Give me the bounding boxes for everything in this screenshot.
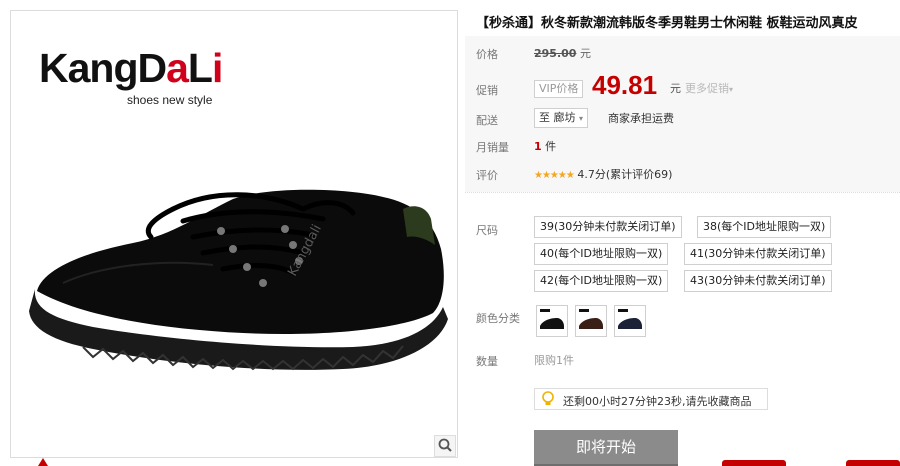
promo-price: 49.81 xyxy=(592,70,658,100)
rating-score: 4.7分(累计评价69) xyxy=(577,168,673,181)
quantity-label: 数量 xyxy=(476,355,498,368)
buy-button[interactable]: 即将开始 xyxy=(534,430,678,466)
shipping-note: 商家承担运费 xyxy=(608,112,674,125)
original-price-unit: 元 xyxy=(579,47,591,60)
brand-logo: KangDaLi xyxy=(39,45,223,92)
countdown-text: 还剩00小时27分钟23秒,请先收藏商品 xyxy=(563,395,752,408)
color-swatch-navy[interactable] xyxy=(614,305,646,337)
color-swatch-brown[interactable] xyxy=(575,305,607,337)
shipping-destination-value: 至 廊坊 xyxy=(539,111,576,124)
logo-text-2: L xyxy=(187,45,213,91)
more-promotions-label: 更多促销 xyxy=(685,82,729,95)
size-label: 尺码 xyxy=(476,224,498,237)
brand-tagline: shoes new style xyxy=(127,93,213,107)
countdown-notice: 还剩00小时27分钟23秒,请先收藏商品 xyxy=(534,388,768,410)
purchase-limit: 限购1件 xyxy=(534,354,574,367)
monthly-sales-count: 1 xyxy=(534,140,542,153)
promo-price-unit: 元 xyxy=(670,82,681,95)
promo-label: 促销 xyxy=(476,84,498,97)
size-option[interactable]: 41(30分钟未付款关闭订单) xyxy=(684,243,832,265)
shoe-thumbnail-icon xyxy=(618,309,642,329)
color-label: 颜色分类 xyxy=(476,312,520,325)
thumbnail-indicator-icon xyxy=(38,458,48,466)
logo-text-accent: a xyxy=(166,45,189,91)
shipping-destination-select[interactable]: 至 廊坊 ▾ xyxy=(534,108,589,128)
size-option[interactable]: 39(30分钟未付款关闭订单) xyxy=(534,216,682,238)
lightbulb-icon xyxy=(542,391,554,405)
star-rating-icon: ★★★★★ xyxy=(534,170,575,181)
price-label: 价格 xyxy=(476,48,498,61)
shipping-label: 配送 xyxy=(476,114,498,127)
shoe-thumbnail-icon xyxy=(540,309,564,329)
chevron-down-icon: ▾ xyxy=(729,85,734,94)
original-price-value: 295.00 xyxy=(534,47,577,60)
monthly-sales-unit: 件 xyxy=(545,140,557,153)
logo-text-accent-2: i xyxy=(211,45,223,91)
shoe-photo: Kangdali xyxy=(29,189,448,371)
size-option[interactable]: 42(每个ID地址限购一双) xyxy=(534,270,669,292)
vip-price-tag: VIP价格 xyxy=(534,80,584,98)
zoom-button[interactable] xyxy=(434,435,456,457)
more-promotions-link[interactable]: 更多促销▾ xyxy=(685,80,733,96)
cart-button-edge[interactable] xyxy=(722,460,786,466)
size-option[interactable]: 38(每个ID地址限购一双) xyxy=(697,216,832,238)
size-option[interactable]: 43(30分钟未付款关闭订单) xyxy=(684,270,832,292)
rating-label: 评价 xyxy=(476,169,498,182)
product-title: 【秒杀通】秋冬新款潮流韩版冬季男鞋男士休闲鞋 板鞋运动风真皮 xyxy=(476,16,858,31)
monthly-sales-label: 月销量 xyxy=(476,141,509,154)
chevron-down-icon: ▾ xyxy=(579,114,584,123)
section-divider xyxy=(465,192,900,193)
original-price: 295.00 元 xyxy=(534,45,591,61)
rating[interactable]: ★★★★★ 4.7分(累计评价69) xyxy=(534,166,672,182)
magnifier-icon xyxy=(438,438,452,452)
color-swatch-black[interactable] xyxy=(536,305,568,337)
monthly-sales: 1 件 xyxy=(534,138,556,154)
logo-text-1: KangD xyxy=(39,45,167,91)
favorite-button-edge[interactable] xyxy=(846,460,900,466)
product-image-panel: KangDaLi shoes new style Kangdali xyxy=(10,10,458,458)
shoe-thumbnail-icon xyxy=(579,309,603,329)
price-box xyxy=(465,36,900,192)
size-option[interactable]: 40(每个ID地址限购一双) xyxy=(534,243,669,265)
